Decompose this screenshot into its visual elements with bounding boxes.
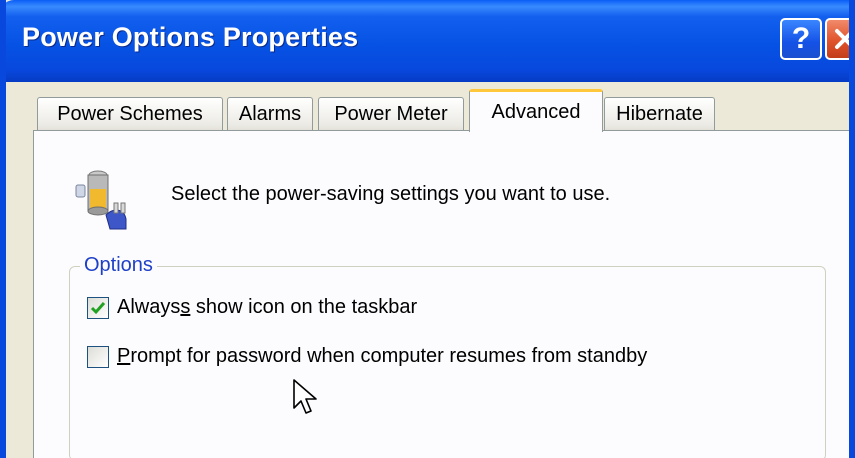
mouse-cursor-icon xyxy=(293,379,317,414)
prompt-password-option[interactable]: Prompt for password when computer resume… xyxy=(87,345,647,368)
close-icon xyxy=(835,29,849,49)
help-button[interactable]: ? xyxy=(780,18,822,60)
close-button[interactable] xyxy=(825,18,849,60)
power-battery-plug-icon xyxy=(75,170,127,230)
window-title: Power Options Properties xyxy=(22,22,359,52)
tab-alarms[interactable]: Alarms xyxy=(227,97,313,131)
intro-text: Select the power-saving settings you wan… xyxy=(171,183,611,205)
always-show-icon-label: Alwayss show icon on the taskbar xyxy=(117,296,418,318)
tab-advanced[interactable]: Advanced xyxy=(469,89,603,132)
power-options-window: Power Options Properties ? Power Schemes… xyxy=(0,0,855,458)
prompt-password-label: Prompt for password when computer resume… xyxy=(117,345,648,367)
tab-hibernate[interactable]: Hibernate xyxy=(604,97,715,131)
always-show-icon-checkbox[interactable] xyxy=(87,296,109,319)
help-icon: ? xyxy=(791,22,811,55)
options-group-label: Options xyxy=(80,254,157,277)
always-show-icon-option[interactable]: Alwayss show icon on the taskbar xyxy=(87,296,417,319)
tab-power-schemes[interactable]: Power Schemes xyxy=(37,97,223,131)
tab-power-meter[interactable]: Power Meter xyxy=(318,97,464,131)
checkmark-icon xyxy=(90,301,106,314)
options-group: Options Alwayss show icon on the taskbar… xyxy=(69,254,826,458)
prompt-password-checkbox[interactable] xyxy=(87,345,109,368)
advanced-tab-page: Select the power-saving settings you wan… xyxy=(33,130,849,458)
title-bar[interactable]: Power Options Properties ? xyxy=(6,0,849,82)
